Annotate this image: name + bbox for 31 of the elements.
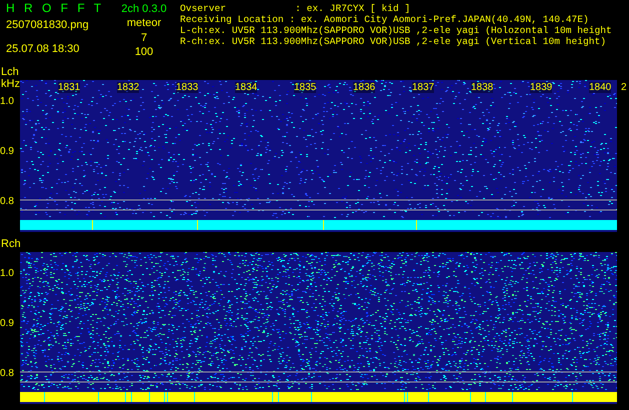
axis-label: 0.8 bbox=[0, 196, 14, 207]
axis-label: 1.0 bbox=[0, 96, 14, 107]
info-line: Ovserver : ex. JR7CYX [ kid ] bbox=[180, 3, 410, 14]
time-label: 1831 bbox=[58, 82, 80, 93]
time-label: 1833 bbox=[176, 82, 198, 93]
channel-label: Rch bbox=[1, 238, 21, 250]
meteor-label: meteor bbox=[126, 16, 162, 30]
meteor-count: 7 bbox=[140, 31, 148, 45]
file-name: 2507081830.png bbox=[6, 18, 89, 32]
time-label: 1836 bbox=[353, 82, 376, 93]
time-label: 1838 bbox=[471, 82, 494, 93]
axis-label: 1.0 bbox=[0, 268, 14, 279]
info-line: L-ch:ex. UV5R 113.900Mhz(SAPPORO VOR)USB ,2-ele yagi (Holozontal 10m height bbox=[180, 25, 612, 36]
time-label: 1834 bbox=[235, 82, 258, 93]
time-label: 1832 bbox=[117, 82, 140, 93]
channel-label: Lch bbox=[1, 66, 19, 78]
time-label: 1835 bbox=[294, 82, 316, 93]
timestamp: 25.07.08 18:30 bbox=[6, 42, 80, 56]
app-title: H R O F F T bbox=[6, 0, 104, 16]
time-label: 1839 bbox=[530, 82, 552, 93]
unit-label: kHz bbox=[1, 78, 20, 90]
time-label: 1840 bbox=[589, 82, 612, 93]
time-label: 2 bbox=[621, 82, 627, 93]
info-line: Receiving Location : ex. Aomori City Aomori-Pref.JAPAN(40.49N, 140.47E) bbox=[180, 14, 589, 25]
time-label: 1837 bbox=[412, 82, 434, 93]
version-label: 2ch 0.3.0 bbox=[121, 2, 167, 16]
axis-label: 0.9 bbox=[0, 318, 14, 329]
axis-label: 0.8 bbox=[0, 368, 14, 379]
info-line: R-ch:ex. UV5R 113.900Mhz(SAPPORO VOR)USB ,2-ele yagi (Vertical 10m height) bbox=[180, 36, 606, 47]
axis-label: 0.9 bbox=[0, 146, 14, 157]
meteor-value: 100 bbox=[134, 45, 154, 59]
